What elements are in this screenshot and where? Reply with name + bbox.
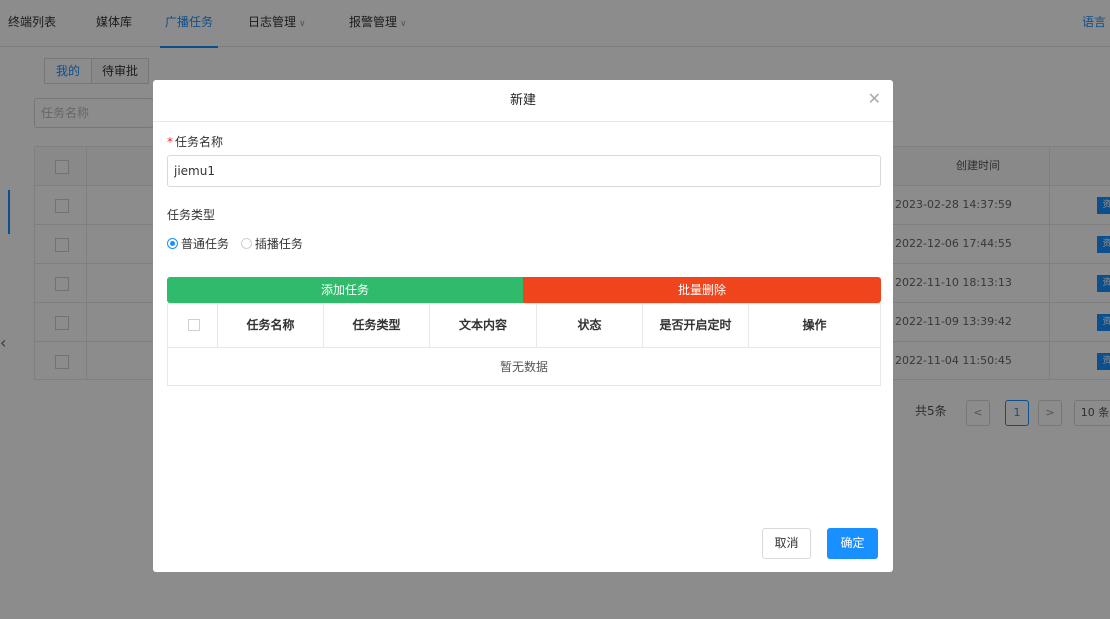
empty-data-text: 暂无数据 xyxy=(499,360,548,374)
col-text-content: 文本内容 xyxy=(430,304,537,347)
radio-normal-task[interactable]: 普通任务 xyxy=(167,235,229,252)
close-icon[interactable]: ✕ xyxy=(868,89,881,108)
dialog-title: 新建 xyxy=(509,93,536,108)
radio-unchecked-icon xyxy=(240,238,252,249)
radio-insert-task[interactable]: 插播任务 xyxy=(240,235,303,252)
col-actions: 操作 xyxy=(802,318,827,332)
new-task-dialog: 新建 ✕ *任务名称 任务类型 普通任务 插播任务 添加任务 批量删除 任务名称… xyxy=(153,80,893,572)
task-type-radio-group: 普通任务 插播任务 xyxy=(167,235,311,252)
select-all-cell xyxy=(168,304,218,347)
task-type-label: 任务类型 xyxy=(167,208,216,222)
task-name-label-text: 任务名称 xyxy=(175,135,224,149)
select-all-checkbox[interactable] xyxy=(188,319,200,331)
cancel-button[interactable]: 取消 xyxy=(762,528,811,559)
radio-checked-icon xyxy=(167,238,178,249)
batch-delete-button[interactable]: 批量删除 xyxy=(523,277,881,303)
task-name-input[interactable] xyxy=(167,155,881,187)
col-timer-enabled: 是否开启定时 xyxy=(643,304,749,347)
confirm-button[interactable]: 确定 xyxy=(827,528,878,559)
radio-normal-label: 普通任务 xyxy=(181,237,230,251)
add-task-button[interactable]: 添加任务 xyxy=(167,277,523,303)
dialog-header: 新建 ✕ xyxy=(153,80,893,122)
col-task-name: 任务名称 xyxy=(218,304,324,347)
task-name-label: * 任务名称 xyxy=(167,133,223,150)
col-status: 状态 xyxy=(537,304,643,347)
col-task-type: 任务类型 xyxy=(324,304,430,347)
radio-insert-label: 插播任务 xyxy=(254,237,303,251)
required-asterisk: * xyxy=(167,135,173,149)
subtask-table: 任务名称 任务类型 文本内容 状态 是否开启定时 操作 暂无数据 xyxy=(167,303,881,386)
subtask-table-header: 任务名称 任务类型 文本内容 状态 是否开启定时 操作 xyxy=(168,304,880,348)
